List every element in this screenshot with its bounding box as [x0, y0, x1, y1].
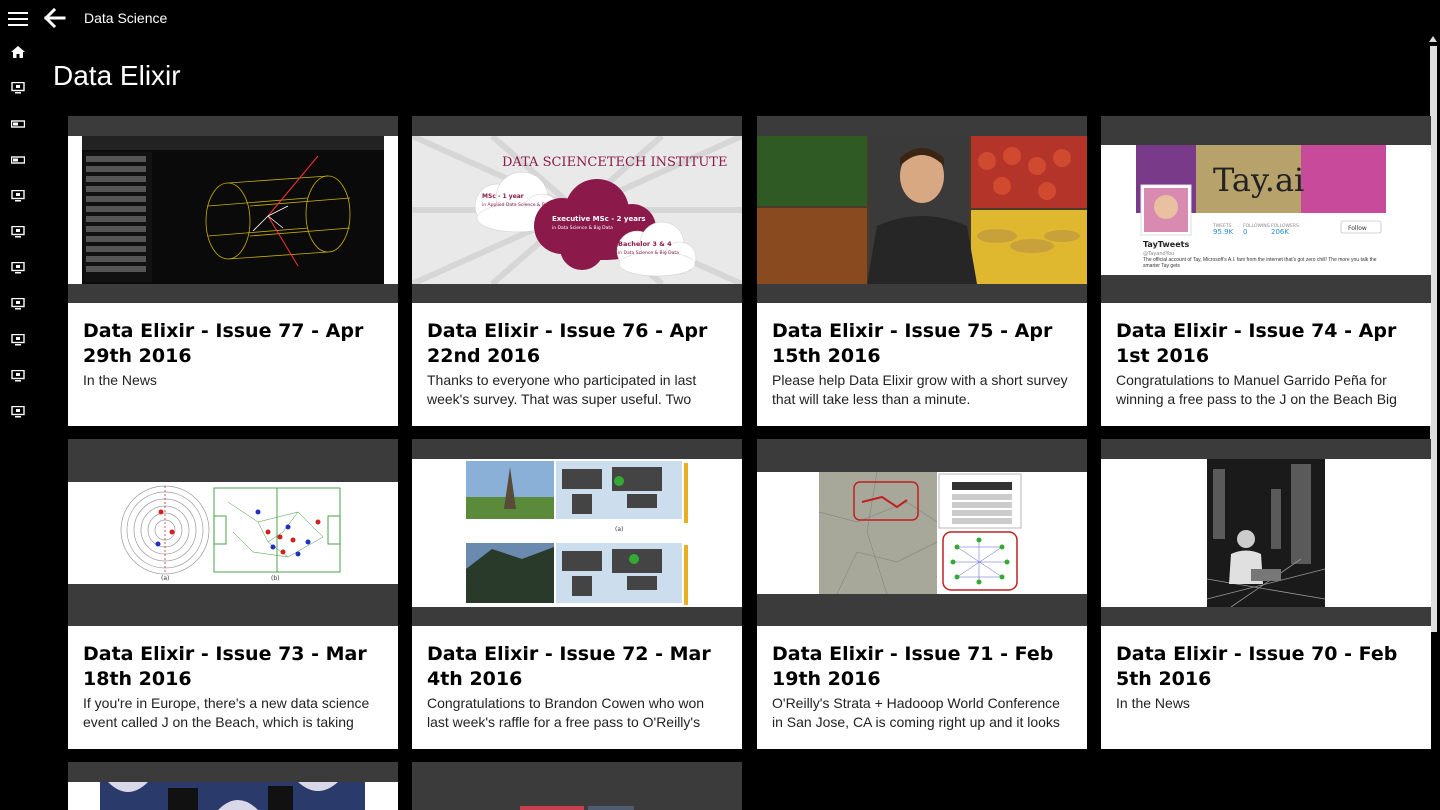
world-map-photos: (a) — [412, 459, 742, 607]
article-body: Data Elixir - Issue 74 - Apr 1st 2016 Co… — [1101, 303, 1431, 426]
article-body: Data Elixir - Issue 72 - Mar 4th 2016 Co… — [412, 626, 742, 749]
article-summary: In the News — [83, 372, 157, 388]
article-thumbnail: Tay.ai TWEETS 95.9K FOLLOWING 0 FOLLOWER… — [1101, 116, 1431, 303]
article-title[interactable]: Data Elixir - Issue 75 - Apr 15th 2016 — [772, 319, 1073, 369]
home-icon[interactable] — [11, 46, 25, 58]
article-body: Data Elixir - Issue 73 - Mar 18th 2016 I… — [68, 626, 398, 749]
article-title[interactable]: Data Elixir - Issue 73 - Mar 18th 2016 — [83, 642, 384, 692]
page-title: Data Elixir — [53, 60, 181, 91]
banner-text: Bachelor 3 & 4 — [618, 240, 672, 248]
partial-photo — [68, 782, 398, 810]
profile-count: 95.9K — [1213, 228, 1234, 236]
article-card[interactable] — [68, 762, 398, 810]
article-thumbnail: (a) (b) — [68, 439, 398, 626]
article-body: Data Elixir - Issue 75 - Apr 15th 2016 P… — [757, 303, 1087, 426]
article-summary: Congratulations to Brandon Cowen who won… — [427, 695, 705, 730]
back-arrow-icon[interactable] — [44, 8, 66, 28]
profile-count: 0 — [1243, 228, 1247, 236]
banner-text: MSc - 1 year — [482, 193, 524, 200]
monitor-icon[interactable] — [11, 226, 25, 238]
banner-logo-text: DATA SCIENCETECH INSTITUTE — [502, 155, 727, 170]
figure-label: (a) — [615, 526, 623, 533]
monitor-icon[interactable] — [11, 334, 25, 346]
monitor-icon[interactable] — [11, 262, 25, 274]
article-body: Data Elixir - Issue 71 - Feb 19th 2016 O… — [757, 626, 1087, 749]
soccer-field-diagram: (a) (b) — [68, 482, 398, 584]
profile-bio: The official account of Tay, Microsoft's… — [1143, 257, 1377, 269]
article-thumbnail — [68, 116, 398, 303]
man-with-produce-photo — [757, 136, 1087, 284]
hamburger-icon[interactable] — [8, 12, 28, 26]
article-body: Data Elixir - Issue 70 - Feb 5th 2016 In… — [1101, 626, 1431, 749]
data-sciencetech-institute-banner: DATA SCIENCETECH INSTITUTE MSc - 1 year … — [412, 136, 742, 284]
article-summary: O'Reilly's Strata + Hadooop World Confer… — [772, 695, 1060, 730]
article-card[interactable]: Data Elixir - Issue 77 - Apr 29th 2016 I… — [68, 116, 398, 426]
article-title[interactable]: Data Elixir - Issue 76 - Apr 22nd 2016 — [427, 319, 728, 369]
monitor-icon[interactable] — [11, 406, 25, 418]
article-body: Data Elixir - Issue 76 - Apr 22nd 2016 T… — [412, 303, 742, 426]
article-title[interactable]: Data Elixir - Issue 72 - Mar 4th 2016 — [427, 642, 728, 692]
article-title[interactable]: Data Elixir - Issue 77 - Apr 29th 2016 — [83, 319, 384, 369]
article-card[interactable]: (a) (b) Data Elixir - Issue 73 - Mar 18t… — [68, 439, 398, 749]
particle-detector-screenshot — [68, 136, 398, 284]
banner-text: Executive MSc - 2 years — [552, 215, 646, 223]
figure-label: (b) — [271, 575, 280, 582]
banner-text: in Data Science & Big Data — [618, 250, 679, 256]
article-summary: Please help Data Elixir grow with a shor… — [772, 372, 1068, 407]
article-summary: In the News — [1116, 695, 1190, 711]
article-title[interactable]: Data Elixir - Issue 70 - Feb 5th 2016 — [1116, 642, 1417, 692]
monitor-icon[interactable] — [11, 370, 25, 382]
article-card[interactable]: (a) Data Elixir - Issue 72 - Mar 4th 201… — [412, 439, 742, 749]
article-thumbnail — [757, 439, 1087, 626]
follow-button: Follow — [1348, 225, 1367, 232]
man-in-lab-bw-photo — [1101, 459, 1431, 607]
article-thumbnail: (a) — [412, 439, 742, 626]
tv-icon[interactable] — [11, 154, 25, 166]
article-title[interactable]: Data Elixir - Issue 74 - Apr 1st 2016 — [1116, 319, 1417, 369]
article-body: Data Elixir - Issue 77 - Apr 29th 2016 I… — [68, 303, 398, 426]
section-title: Data Science — [84, 10, 168, 26]
banner-text: in Data Science & Big Data — [552, 225, 613, 231]
article-summary: Congratulations to Manuel Garrido Peña f… — [1116, 372, 1397, 407]
partial-photo — [520, 806, 634, 810]
article-thumbnail — [757, 116, 1087, 303]
article-card[interactable]: Data Elixir - Issue 70 - Feb 5th 2016 In… — [1101, 439, 1431, 749]
article-summary: Thanks to everyone who participated in l… — [427, 372, 697, 407]
article-thumbnail — [1101, 439, 1431, 626]
tv-icon[interactable] — [11, 118, 25, 130]
article-title[interactable]: Data Elixir - Issue 71 - Feb 19th 2016 — [772, 642, 1073, 692]
monitor-icon[interactable] — [11, 82, 25, 94]
figure-label: (a) — [161, 575, 169, 582]
monitor-icon[interactable] — [11, 190, 25, 202]
tay-twitter-profile: Tay.ai TWEETS 95.9K FOLLOWING 0 FOLLOWER… — [1101, 145, 1431, 275]
article-thumbnail — [68, 762, 398, 810]
article-card[interactable]: Data Elixir - Issue 75 - Apr 15th 2016 P… — [757, 116, 1087, 426]
article-card[interactable]: Data Elixir - Issue 71 - Feb 19th 2016 O… — [757, 439, 1087, 749]
profile-count: 206K — [1271, 228, 1289, 236]
monitor-icon[interactable] — [11, 298, 25, 310]
article-thumbnail — [412, 762, 742, 810]
article-thumbnail: DATA SCIENCETECH INSTITUTE MSc - 1 year … — [412, 116, 742, 303]
scroll-up-icon[interactable] — [1429, 36, 1437, 42]
article-card[interactable]: DATA SCIENCETECH INSTITUTE MSc - 1 year … — [412, 116, 742, 426]
banner-text: Tay.ai — [1213, 161, 1304, 199]
profile-name: TayTweets — [1143, 240, 1189, 249]
map-network-graph — [757, 472, 1087, 594]
nav-rail — [0, 0, 36, 810]
article-card[interactable] — [412, 762, 742, 810]
article-summary: If you're in Europe, there's a new data … — [83, 695, 370, 730]
article-card[interactable]: Tay.ai TWEETS 95.9K FOLLOWING 0 FOLLOWER… — [1101, 116, 1431, 426]
